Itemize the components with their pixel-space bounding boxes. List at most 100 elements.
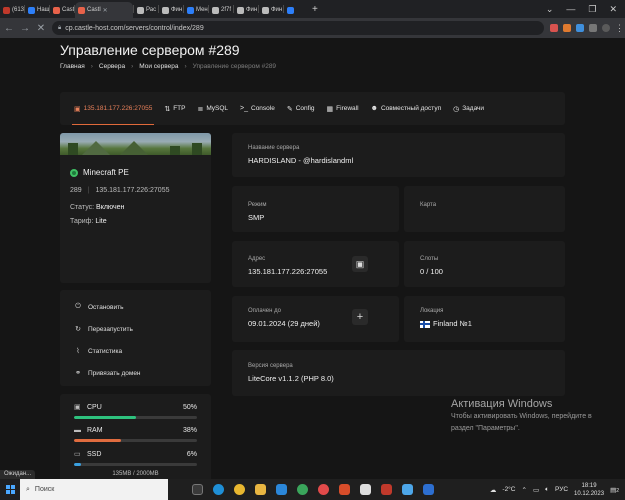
breadcrumb-servers[interactable]: Сервера xyxy=(99,63,125,70)
browser-tab[interactable] xyxy=(284,2,308,18)
server-tab[interactable]: ◷ Задачи xyxy=(453,92,484,125)
slots-card: Слоты 0 / 100 xyxy=(404,241,565,287)
address-bar[interactable]: 🔒︎ cp.castle-host.com/servers/control/in… xyxy=(52,21,544,35)
temperature: -2°C xyxy=(502,486,516,493)
puzzle-icon[interactable] xyxy=(589,24,597,32)
breadcrumb-my-servers[interactable]: Мои сервера xyxy=(139,63,178,70)
server-tab[interactable]: ▣ 135.181.177.226:27055 xyxy=(71,92,155,125)
cpu-icon: ▣ xyxy=(74,404,81,411)
server-tab[interactable]: ☻ Совместный доступ xyxy=(371,92,442,125)
version-label: Версия сервера xyxy=(248,363,293,369)
server-action-button[interactable]: ⌇ Статистика xyxy=(60,340,211,362)
chrome-icon[interactable] xyxy=(234,484,245,495)
ssd-percent: 6% xyxy=(186,450,197,458)
server-game: Minecraft PE xyxy=(70,168,129,177)
server-actions-card: ⏻ Остановить ↻ Перезапустить ⌇ Статистика ⚭ При… xyxy=(60,290,211,386)
favicon-icon xyxy=(53,6,60,14)
cpu-label: CPU xyxy=(87,403,102,411)
new-tab-button[interactable]: + xyxy=(312,4,318,15)
filezilla-icon[interactable] xyxy=(381,484,392,495)
server-id: 289 xyxy=(70,187,82,194)
extension-icon[interactable] xyxy=(563,24,571,32)
browser-tab[interactable]: (613 xyxy=(0,2,24,18)
copy-address-button[interactable]: ▣ xyxy=(352,256,368,272)
server-tab[interactable]: ▦ Firewall xyxy=(327,92,359,125)
menu-icon[interactable]: ⋮ xyxy=(615,24,624,33)
tab-search-icon[interactable]: ⌄ xyxy=(546,4,554,15)
close-tab-icon[interactable]: ✕ xyxy=(103,7,108,14)
app-icon[interactable] xyxy=(318,484,329,495)
server-action-button[interactable]: ⏻ Остановить xyxy=(60,296,211,318)
edge-icon[interactable] xyxy=(213,484,224,495)
server-id-row: 289 | 135.181.177.226:27055 xyxy=(70,187,169,194)
breadcrumb-home[interactable]: Главная xyxy=(60,63,85,70)
app-icon[interactable] xyxy=(339,484,350,495)
browser-tab[interactable]: Фин xyxy=(234,2,258,18)
extend-button[interactable]: + xyxy=(352,309,368,325)
browser-tab[interactable]: Мен xyxy=(184,2,208,18)
map-label: Карта xyxy=(420,202,437,208)
tray-chevron-icon[interactable]: ⌃ xyxy=(521,486,526,494)
clock-date: 10.12.2023 xyxy=(574,490,605,497)
explorer-icon[interactable] xyxy=(255,484,266,495)
server-status: Статус: Включен xyxy=(70,204,124,211)
server-tab[interactable]: ✎ Config xyxy=(287,92,315,125)
minimize-icon[interactable]: — xyxy=(566,4,575,15)
browser-tab[interactable]: Наш xyxy=(25,2,49,18)
ssd-usage: ▭ SSD 6% 135MB / 2000MB xyxy=(74,450,197,477)
browser-tab[interactable]: Фин xyxy=(259,2,283,18)
favicon-icon xyxy=(162,6,169,14)
status-value: Включен xyxy=(96,204,125,211)
task-view-icon[interactable] xyxy=(192,484,203,495)
app-icon[interactable] xyxy=(297,484,308,495)
adblock-icon[interactable] xyxy=(550,24,558,32)
loading-status: Ожидан... xyxy=(0,470,36,479)
browser-tab[interactable]: Рас xyxy=(134,2,158,18)
store-icon[interactable] xyxy=(276,484,287,495)
server-action-button[interactable]: ⚭ Привязать домен xyxy=(60,362,211,384)
clock[interactable]: 18:19 10.12.2023 xyxy=(574,482,604,498)
app-icon[interactable] xyxy=(402,484,413,495)
favicon-icon xyxy=(287,6,294,14)
start-button[interactable] xyxy=(0,485,20,494)
app-icon[interactable] xyxy=(360,484,371,495)
forward-icon[interactable]: → xyxy=(20,23,30,34)
lock-icon[interactable]: 🔒︎ xyxy=(58,25,61,32)
browser-tab[interactable]: Castl ✕ xyxy=(75,2,133,18)
server-name-value: HARDISLAND - @hardislandml xyxy=(248,156,354,165)
users-icon: ☻ xyxy=(370,105,378,112)
network-icon[interactable]: ▭ xyxy=(533,486,539,494)
location-label: Локация xyxy=(420,308,444,314)
server-tab[interactable]: ≣ MySQL xyxy=(197,92,228,125)
location-card: Локация Finland №1 xyxy=(404,296,565,342)
profile-avatar[interactable] xyxy=(602,24,610,32)
close-window-icon[interactable]: ✕ xyxy=(609,4,617,15)
taskbar-search[interactable]: ⌕ Поиск xyxy=(20,479,168,500)
clock-icon: ◷ xyxy=(453,105,460,113)
language-indicator[interactable]: РУС xyxy=(555,486,568,493)
address-card: Адрес 135.181.177.226:27055 ▣ xyxy=(232,241,399,287)
server-tab[interactable]: >_ Console xyxy=(240,92,275,125)
weather-icon[interactable]: ☁ xyxy=(490,486,497,494)
back-icon[interactable]: ← xyxy=(4,23,14,34)
browser-tab[interactable]: Фин xyxy=(159,2,183,18)
ssd-icon: ▭ xyxy=(74,451,81,458)
favicon-icon xyxy=(78,6,85,14)
browser-tab-label: Castl xyxy=(87,7,101,13)
server-tab-label: 135.181.177.226:27055 xyxy=(83,105,153,112)
stop-loading-icon[interactable]: ✕ xyxy=(36,23,46,34)
server-tab[interactable]: ⇅ FTP xyxy=(164,92,185,125)
breadcrumb-sep: › xyxy=(184,63,187,70)
windows-activation-watermark: Активация Windows Чтобы активировать Win… xyxy=(451,398,592,434)
app-icon[interactable] xyxy=(423,484,434,495)
server-action-button[interactable]: ↻ Перезапустить xyxy=(60,318,211,340)
browser-tab[interactable]: 2f7f xyxy=(209,2,233,18)
mode-card: Режим SMP xyxy=(232,186,399,232)
ram-label: RAM xyxy=(87,427,103,434)
browser-tab[interactable]: Castl xyxy=(50,2,74,18)
extension-icon[interactable] xyxy=(576,24,584,32)
tariff-label: Тариф: xyxy=(70,218,94,225)
notifications-icon[interactable]: ▤2 xyxy=(610,486,619,494)
maximize-icon[interactable]: ❐ xyxy=(588,4,596,15)
volume-icon[interactable]: 🔈︎ xyxy=(545,486,549,494)
